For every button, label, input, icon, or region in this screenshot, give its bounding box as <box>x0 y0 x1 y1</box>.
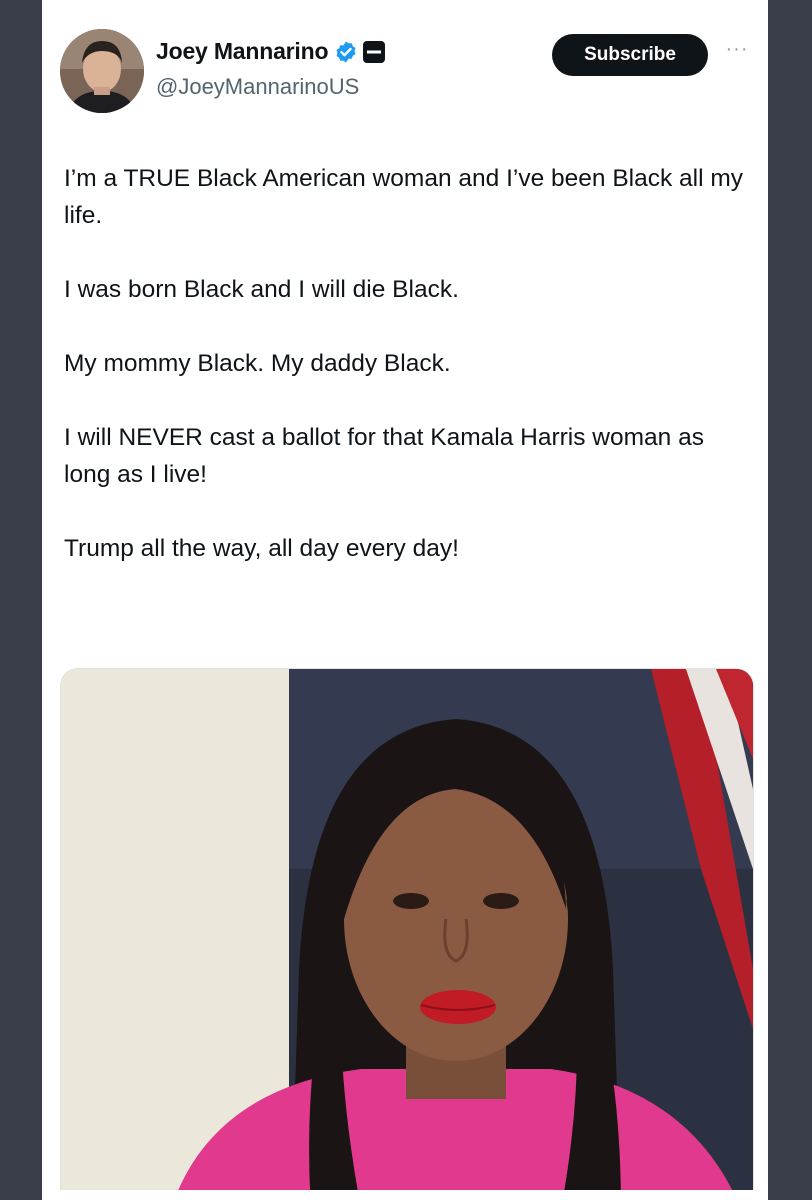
tweet-paragraph: I was born Black and I will die Black. <box>64 276 459 303</box>
author-name[interactable]: Joey Mannarino <box>156 38 328 65</box>
verified-badge-icon <box>336 41 356 62</box>
author-name-row: Joey Mannarino <box>156 38 386 65</box>
tweet-card: Joey Mannarino @JoeyMannarinoUS Subscrib… <box>42 0 768 1200</box>
author-handle[interactable]: @JoeyMannarinoUS <box>156 74 359 100</box>
author-avatar[interactable] <box>60 29 144 113</box>
tweet-paragraph: Trump all the way, all day every day! <box>64 535 459 562</box>
tweet-text: I’m a TRUE Black American woman and I’ve… <box>64 160 754 604</box>
more-options-icon[interactable]: ··· <box>722 38 752 62</box>
tweet-media-image[interactable] <box>60 668 754 1200</box>
subscribe-button[interactable]: Subscribe <box>552 34 708 76</box>
card-bottom-edge <box>42 1190 768 1200</box>
tweet-paragraph: I will NEVER cast a ballot for that Kama… <box>64 424 704 488</box>
affiliate-badge-icon <box>363 40 386 63</box>
tweet-paragraph: My mommy Black. My daddy Black. <box>64 350 451 377</box>
tweet-paragraph: I’m a TRUE Black American woman and I’ve… <box>64 165 744 229</box>
